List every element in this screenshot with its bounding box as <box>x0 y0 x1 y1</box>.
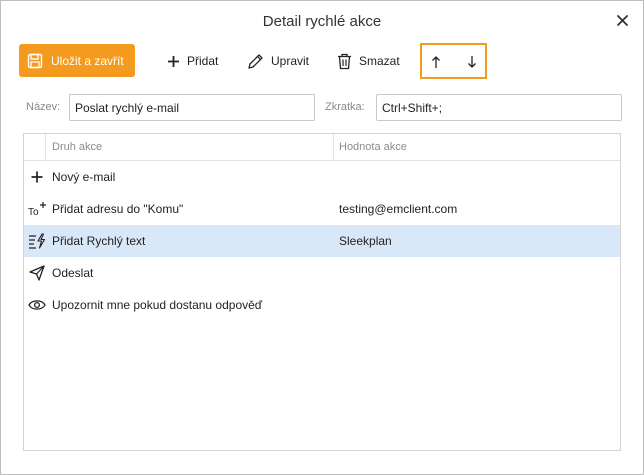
action-type: Přidat adresu do "Komu" <box>52 202 184 216</box>
name-label: Název: <box>26 101 61 113</box>
toolbar: Uložit a zavřít Přidat Upravit Smazat <box>1 43 643 79</box>
table-row[interactable]: Odeslat <box>24 257 620 289</box>
name-input[interactable] <box>69 94 315 121</box>
shortcut-input[interactable] <box>376 94 622 121</box>
action-type: Nový e-mail <box>52 170 116 184</box>
table-row[interactable]: Nový e-mail <box>24 161 620 193</box>
plus-icon <box>167 55 180 68</box>
table-row[interactable]: Přidat Rychlý text Sleekplan <box>24 225 620 257</box>
move-buttons-group <box>420 43 487 79</box>
plus-icon <box>27 168 47 186</box>
table-header: Druh akce Hodnota akce <box>24 134 620 161</box>
add-label: Přidat <box>187 54 219 68</box>
actions-table: Druh akce Hodnota akce Nový e-mail To Př… <box>23 133 621 451</box>
action-type: Upozornit mne pokud dostanu odpověď <box>52 298 263 312</box>
to-plus-icon: To <box>27 200 47 218</box>
action-value: Sleekplan <box>339 234 392 248</box>
arrow-up-icon <box>432 56 440 68</box>
column-header-value[interactable]: Hodnota akce <box>339 141 407 153</box>
close-icon <box>616 14 628 26</box>
column-header-type[interactable]: Druh akce <box>52 141 102 153</box>
trash-icon <box>337 53 352 70</box>
move-down-button[interactable] <box>464 53 480 71</box>
arrow-down-icon <box>468 56 476 68</box>
table-row[interactable]: To Přidat adresu do "Komu" testing@emcli… <box>24 193 620 225</box>
column-divider <box>333 134 334 161</box>
move-up-button[interactable] <box>428 53 444 71</box>
close-button[interactable] <box>611 9 633 31</box>
add-button[interactable]: Přidat <box>167 51 218 71</box>
delete-label: Smazat <box>359 54 400 68</box>
delete-button[interactable]: Smazat <box>337 51 400 71</box>
quick-text-icon <box>27 232 47 250</box>
save-and-close-label: Uložit a zavřít <box>51 53 124 68</box>
column-divider <box>45 134 46 161</box>
save-and-close-button[interactable]: Uložit a zavřít <box>19 44 135 77</box>
action-value: testing@emclient.com <box>339 202 458 216</box>
pencil-icon <box>247 53 264 70</box>
eye-icon <box>27 296 47 314</box>
svg-text:To: To <box>28 207 39 217</box>
edit-label: Upravit <box>271 54 310 68</box>
save-icon <box>27 53 43 69</box>
action-type: Přidat Rychlý text <box>52 234 146 248</box>
fields-row: Název: Zkratka: <box>1 93 643 123</box>
edit-button[interactable]: Upravit <box>247 51 309 71</box>
title-bar: Detail rychlé akce <box>1 1 643 41</box>
table-row[interactable]: Upozornit mne pokud dostanu odpověď <box>24 289 620 321</box>
shortcut-label: Zkratka: <box>325 101 365 113</box>
quick-action-dialog: Detail rychlé akce Uložit a zavřít Přida… <box>0 0 644 475</box>
dialog-title: Detail rychlé akce <box>262 13 382 30</box>
send-icon <box>27 264 47 282</box>
action-type: Odeslat <box>52 266 94 280</box>
